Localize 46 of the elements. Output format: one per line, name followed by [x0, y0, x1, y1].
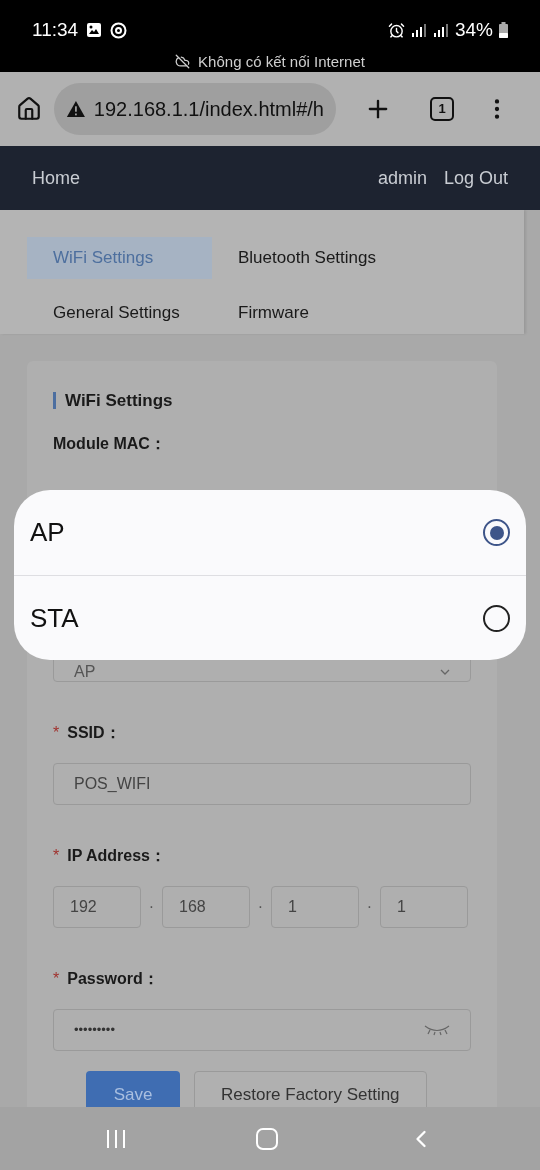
card-title: WiFi Settings [65, 390, 173, 412]
ip-octet-field[interactable]: 168 [162, 885, 250, 928]
settings-tab[interactable]: Firmware [212, 292, 524, 334]
mode-option[interactable]: AP [14, 490, 526, 575]
cloud-off-icon [175, 54, 191, 70]
signal-icon [432, 23, 449, 38]
image-icon [86, 22, 103, 39]
closed-eye-icon[interactable] [424, 1023, 450, 1036]
radio-button[interactable] [483, 519, 510, 546]
connection-notice: Không có kết nối Internet [198, 51, 365, 72]
required-mark: * [53, 968, 60, 989]
radio-button[interactable] [483, 604, 510, 632]
url-text: 192.168.1.1/index.html#/h [93, 97, 324, 122]
field-label: Module MAC： [53, 433, 166, 454]
chevron-down-icon [440, 668, 450, 675]
battery-percent: 34% [454, 18, 493, 42]
ip-octet-field[interactable]: 1 [380, 885, 468, 928]
signal-icon [410, 23, 427, 38]
field-label: IP Address： [67, 845, 166, 866]
settings-tab[interactable]: General Settings [27, 292, 212, 334]
title-accent-bar [53, 392, 56, 410]
alarm-icon [387, 21, 405, 39]
settings-tab[interactable]: Bluetooth Settings [212, 237, 524, 279]
address-bar[interactable]: 192.168.1.1/index.html#/h [54, 83, 336, 135]
mode-option[interactable]: STA [14, 575, 526, 660]
field-label: SSID： [67, 722, 121, 743]
warning-icon [66, 99, 86, 119]
password-field[interactable]: ••••••••• [53, 1008, 471, 1051]
ssid-field[interactable]: POS_WIFI [53, 762, 471, 805]
field-label: Password： [67, 968, 159, 989]
ip-separator: · [148, 896, 155, 917]
tab-count-button[interactable]: 1 [430, 97, 454, 121]
required-mark: * [53, 845, 60, 866]
restore-button[interactable]: Restore Factory Setting [194, 1070, 427, 1107]
ip-octet-field[interactable]: 1 [271, 885, 359, 928]
logout-link[interactable]: Log Out [443, 164, 508, 192]
home-icon[interactable] [16, 96, 42, 122]
user-link[interactable]: admin [377, 164, 427, 192]
home-link[interactable]: Home [32, 164, 80, 192]
battery-icon [499, 22, 508, 39]
ip-octet-field[interactable]: 192 [53, 885, 141, 928]
sync-circle-icon [110, 21, 128, 39]
clock-time: 11:34 [32, 18, 79, 42]
ip-separator: · [257, 896, 264, 917]
ip-separator: · [366, 896, 373, 917]
required-mark: * [53, 722, 60, 743]
